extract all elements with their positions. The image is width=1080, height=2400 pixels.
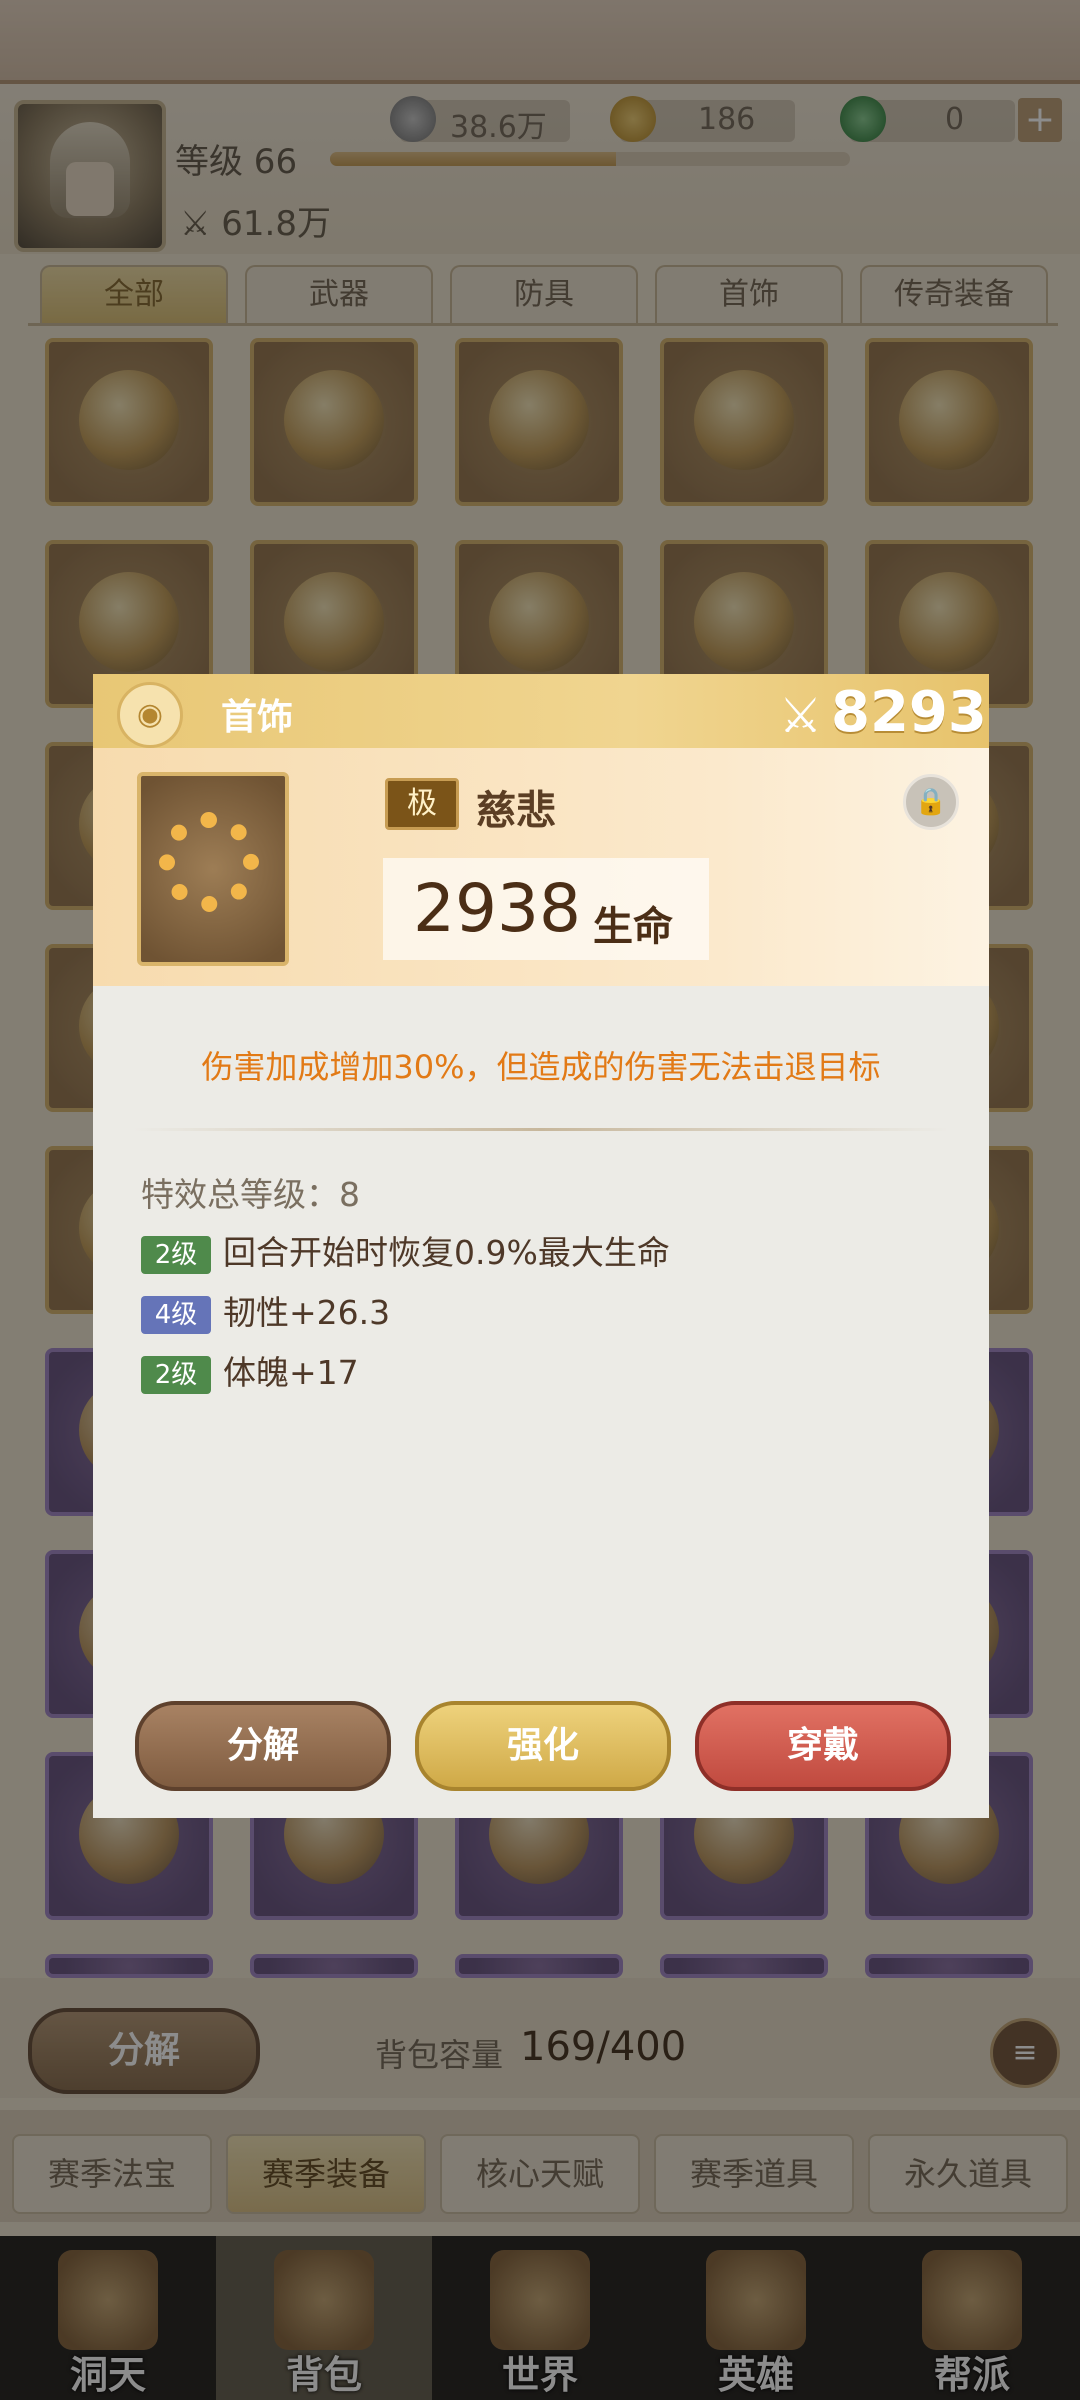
effect-level-badge: 2级 <box>141 1235 211 1274</box>
effect-level-badge: 2级 <box>141 1355 211 1394</box>
lock-icon[interactable]: 🔒 <box>903 774 959 830</box>
item-image <box>137 772 289 966</box>
main-stat-value: 2938 <box>413 870 581 947</box>
decompose-button[interactable]: 分解 <box>135 1701 391 1791</box>
effect-text: 体魄+17 <box>223 1353 359 1392</box>
item-name: 慈悲 <box>476 788 556 834</box>
effect-row: 4级 韧性+26.3 <box>141 1286 390 1334</box>
effects-total-level: 特效总等级：8 <box>141 1175 360 1214</box>
effect-level-badge: 4级 <box>141 1295 211 1334</box>
effect-text: 回合开始时恢复0.9%最大生命 <box>223 1233 670 1272</box>
item-description: 伤害加成增加30%，但造成的伤害无法击退目标 <box>201 1048 881 1086</box>
strengthen-button[interactable]: 强化 <box>415 1701 671 1791</box>
effect-row: 2级 体魄+17 <box>141 1346 359 1394</box>
item-detail-dialog: ◉ 首饰 ⚔ 8293 极 慈悲 🔒 2938 生命 伤害加成增加30%，但造成… <box>93 674 989 1818</box>
wear-button[interactable]: 穿戴 <box>695 1701 951 1791</box>
effect-text: 韧性+26.3 <box>223 1293 391 1332</box>
crossed-swords-icon: ⚔ <box>779 688 823 744</box>
item-power: 8293 <box>831 680 987 745</box>
dialog-category: 首饰 <box>221 697 294 738</box>
main-stat-label: 生命 <box>593 904 673 950</box>
prayer-beads-icon <box>159 812 259 912</box>
effect-row: 2级 回合开始时恢复0.9%最大生命 <box>141 1226 670 1274</box>
jewelry-category-icon: ◉ <box>117 682 183 748</box>
grade-badge: 极 <box>385 778 459 830</box>
divider <box>133 1128 949 1131</box>
